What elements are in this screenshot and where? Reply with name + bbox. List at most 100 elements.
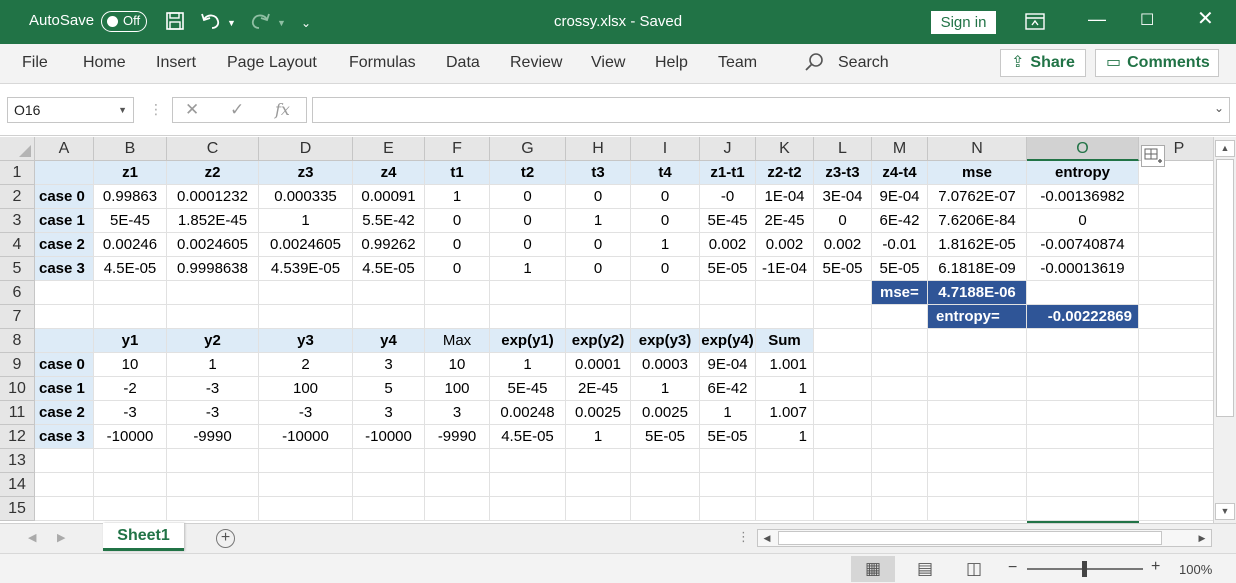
table-cell[interactable]: 1 bbox=[631, 233, 700, 257]
scroll-down-icon[interactable]: ▼ bbox=[1215, 503, 1235, 520]
table-cell[interactable]: 5E-05 bbox=[631, 425, 700, 449]
cell[interactable] bbox=[1139, 353, 1213, 377]
cell[interactable] bbox=[756, 473, 814, 497]
select-all-button[interactable] bbox=[0, 137, 35, 161]
column-title[interactable]: t4 bbox=[631, 161, 700, 185]
cell[interactable] bbox=[1139, 401, 1213, 425]
cell[interactable] bbox=[35, 305, 94, 329]
table-cell[interactable]: 0.00248 bbox=[490, 401, 566, 425]
cell[interactable] bbox=[814, 353, 872, 377]
table-cell[interactable]: -3 bbox=[167, 401, 259, 425]
column-header-i[interactable]: I bbox=[631, 137, 700, 161]
column-title[interactable]: exp(y1) bbox=[490, 329, 566, 353]
table-cell[interactable]: -0 bbox=[700, 185, 756, 209]
table-cell[interactable]: 4.5E-05 bbox=[94, 257, 167, 281]
column-title[interactable]: entropy bbox=[1027, 161, 1139, 185]
table-cell[interactable]: 2E-45 bbox=[756, 209, 814, 233]
search-icon[interactable] bbox=[804, 52, 824, 72]
table-cell[interactable]: 0.002 bbox=[700, 233, 756, 257]
minimize-icon[interactable]: — bbox=[1088, 8, 1106, 30]
cell[interactable] bbox=[1027, 497, 1139, 521]
name-box[interactable]: O16 ▼ bbox=[7, 97, 134, 123]
cell[interactable] bbox=[1027, 425, 1139, 449]
table-cell[interactable]: 0.99863 bbox=[94, 185, 167, 209]
table-cell[interactable]: 1 bbox=[756, 425, 814, 449]
scroll-left-icon[interactable]: ◀ bbox=[760, 530, 774, 546]
column-title[interactable]: y2 bbox=[167, 329, 259, 353]
row-header-14[interactable]: 14 bbox=[0, 473, 35, 497]
table-header-corner[interactable] bbox=[35, 161, 94, 185]
tab-help[interactable]: Help bbox=[655, 54, 688, 72]
table-cell[interactable]: 3 bbox=[425, 401, 490, 425]
table-cell[interactable]: 1 bbox=[566, 425, 631, 449]
cell[interactable] bbox=[814, 473, 872, 497]
row-header-15[interactable]: 15 bbox=[0, 497, 35, 521]
column-title[interactable]: z1-t1 bbox=[700, 161, 756, 185]
cell[interactable] bbox=[566, 281, 631, 305]
table-cell[interactable]: 10 bbox=[94, 353, 167, 377]
table-cell[interactable]: 0 bbox=[631, 185, 700, 209]
table-cell[interactable]: 0 bbox=[425, 257, 490, 281]
cell[interactable] bbox=[1139, 305, 1213, 329]
column-title[interactable]: t2 bbox=[490, 161, 566, 185]
cell[interactable] bbox=[756, 305, 814, 329]
table-cell[interactable]: 0.000335 bbox=[259, 185, 353, 209]
table-cell[interactable]: 1.007 bbox=[756, 401, 814, 425]
row-header-9[interactable]: 9 bbox=[0, 353, 35, 377]
row-label[interactable]: case 2 bbox=[35, 401, 94, 425]
sheet-tab-sheet1[interactable]: Sheet1 bbox=[103, 523, 184, 551]
cell[interactable] bbox=[490, 473, 566, 497]
scroll-up-icon[interactable]: ▲ bbox=[1215, 140, 1235, 157]
column-title[interactable]: t1 bbox=[425, 161, 490, 185]
cell[interactable] bbox=[1139, 233, 1213, 257]
cell[interactable] bbox=[631, 449, 700, 473]
column-title[interactable]: z2-t2 bbox=[756, 161, 814, 185]
zoom-slider-thumb[interactable] bbox=[1082, 561, 1087, 577]
table-cell[interactable]: 1.852E-45 bbox=[167, 209, 259, 233]
column-title[interactable]: t3 bbox=[566, 161, 631, 185]
table-cell[interactable]: 5E-45 bbox=[490, 377, 566, 401]
column-header-a[interactable]: A bbox=[35, 137, 94, 161]
cell[interactable] bbox=[631, 305, 700, 329]
search-box[interactable]: Search bbox=[838, 54, 889, 72]
cell[interactable] bbox=[872, 449, 928, 473]
row-header-2[interactable]: 2 bbox=[0, 185, 35, 209]
cell[interactable] bbox=[1027, 401, 1139, 425]
zoom-in-icon[interactable]: + bbox=[1151, 558, 1160, 576]
column-title[interactable]: z4 bbox=[353, 161, 425, 185]
tab-file[interactable]: File bbox=[22, 54, 48, 72]
table-cell[interactable]: 7.0762E-07 bbox=[928, 185, 1027, 209]
table-cell[interactable]: -3 bbox=[259, 401, 353, 425]
column-header-e[interactable]: E bbox=[353, 137, 425, 161]
cell[interactable] bbox=[353, 305, 425, 329]
maximize-icon[interactable]: ☐ bbox=[1140, 10, 1154, 32]
share-button[interactable]: ⇪ Share bbox=[1000, 49, 1086, 77]
cell[interactable] bbox=[700, 449, 756, 473]
table-cell[interactable]: 2E-45 bbox=[566, 377, 631, 401]
table-cell[interactable]: 1 bbox=[566, 209, 631, 233]
cell[interactable] bbox=[814, 281, 872, 305]
cell[interactable] bbox=[425, 473, 490, 497]
tab-insert[interactable]: Insert bbox=[156, 54, 196, 72]
table-cell[interactable]: 0.0003 bbox=[631, 353, 700, 377]
table-cell[interactable]: 5E-05 bbox=[814, 257, 872, 281]
page-layout-view-icon[interactable]: ▤ bbox=[903, 556, 947, 582]
scroll-right-icon[interactable]: ▶ bbox=[1195, 530, 1209, 546]
cell[interactable] bbox=[35, 473, 94, 497]
spreadsheet-grid[interactable]: A B C D E F G H I J K L M N O P 1 z1 z2 z3 z4 t1 t2 t3 t4 z1-t1 z2… bbox=[0, 137, 1213, 523]
cell[interactable] bbox=[425, 305, 490, 329]
table-cell[interactable]: 9E-04 bbox=[872, 185, 928, 209]
column-title[interactable]: z4-t4 bbox=[872, 161, 928, 185]
table-cell[interactable]: 3 bbox=[353, 401, 425, 425]
cell[interactable] bbox=[35, 449, 94, 473]
column-title[interactable]: y1 bbox=[94, 329, 167, 353]
table-cell[interactable]: -0.00740874 bbox=[1027, 233, 1139, 257]
table-cell[interactable]: -0.00013619 bbox=[1027, 257, 1139, 281]
table-cell[interactable]: 0.0025 bbox=[566, 401, 631, 425]
table-cell[interactable]: 4.5E-05 bbox=[353, 257, 425, 281]
cell[interactable] bbox=[1027, 377, 1139, 401]
cell[interactable] bbox=[566, 473, 631, 497]
column-header-l[interactable]: L bbox=[814, 137, 872, 161]
cell[interactable] bbox=[35, 281, 94, 305]
table-cell[interactable]: 0 bbox=[566, 257, 631, 281]
